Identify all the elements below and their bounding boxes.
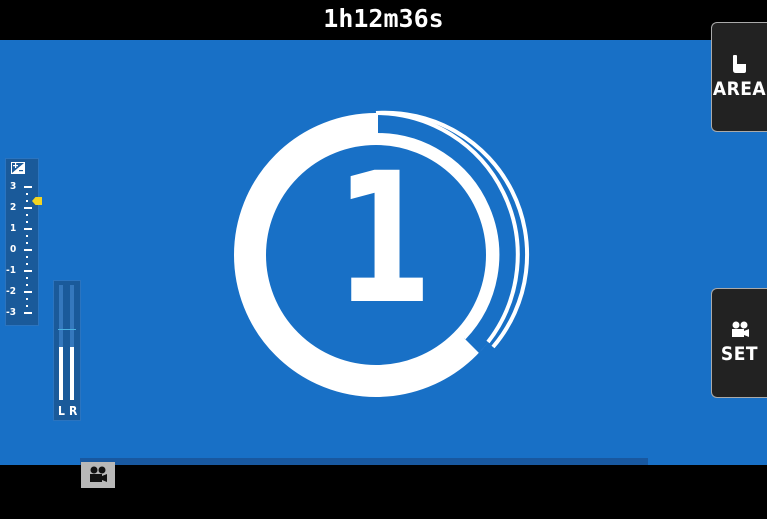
ev-tick <box>24 228 32 230</box>
movie-camera-icon <box>731 321 749 337</box>
audio-level-left <box>59 347 63 400</box>
set-button[interactable]: SET <box>711 288 767 398</box>
exposure-compensation-scale: 3 2 1 0 -1 -2 -3 <box>5 158 42 326</box>
ev-dot <box>26 263 28 265</box>
ev-dot <box>26 284 28 286</box>
ev-dot <box>26 298 28 300</box>
audio-label-right: R <box>69 404 78 418</box>
ev-tick <box>24 312 32 314</box>
exposure-value-pointer <box>32 197 42 205</box>
set-label: SET <box>720 343 759 365</box>
exposure-compensation-icon <box>11 162 25 174</box>
ev-tick <box>24 270 32 272</box>
audio-level-meter: L R <box>53 280 81 421</box>
audio-level-right <box>70 347 74 400</box>
ev-label-3: 3 <box>10 181 17 192</box>
ev-label-2: 2 <box>10 202 17 213</box>
ev-tick <box>24 291 32 293</box>
ev-label-1: 1 <box>10 223 17 234</box>
ev-tick <box>24 249 32 251</box>
ev-label-minus-3: -3 <box>6 307 16 318</box>
ev-dot <box>26 193 28 195</box>
audio-peak-marker <box>58 329 76 330</box>
movie-camera-icon <box>90 466 107 482</box>
remaining-recording-time: 1h12m36s <box>323 4 444 33</box>
ev-dot <box>26 305 28 307</box>
ev-dot <box>26 242 28 244</box>
ev-dot <box>26 214 28 216</box>
bottom-info-strip <box>80 458 648 465</box>
area-button[interactable]: AREA <box>711 22 767 132</box>
top-status-bar: 1h12m36s <box>0 0 767 40</box>
ev-dot <box>26 221 28 223</box>
ev-dot <box>26 200 28 202</box>
ev-dot <box>26 277 28 279</box>
audio-label-left: L <box>58 404 65 418</box>
ev-label-0: 0 <box>10 244 17 255</box>
bottom-status-bar <box>0 465 767 519</box>
ev-tick <box>24 186 32 188</box>
ev-label-minus-1: -1 <box>6 265 16 276</box>
touch-icon <box>732 55 746 73</box>
ev-label-minus-2: -2 <box>6 286 16 297</box>
countdown-number: 1 <box>334 135 433 344</box>
movie-mode-indicator <box>81 462 115 488</box>
ev-tick <box>24 207 32 209</box>
area-label: AREA <box>712 78 767 100</box>
ev-dot <box>26 235 28 237</box>
ev-dot <box>26 256 28 258</box>
